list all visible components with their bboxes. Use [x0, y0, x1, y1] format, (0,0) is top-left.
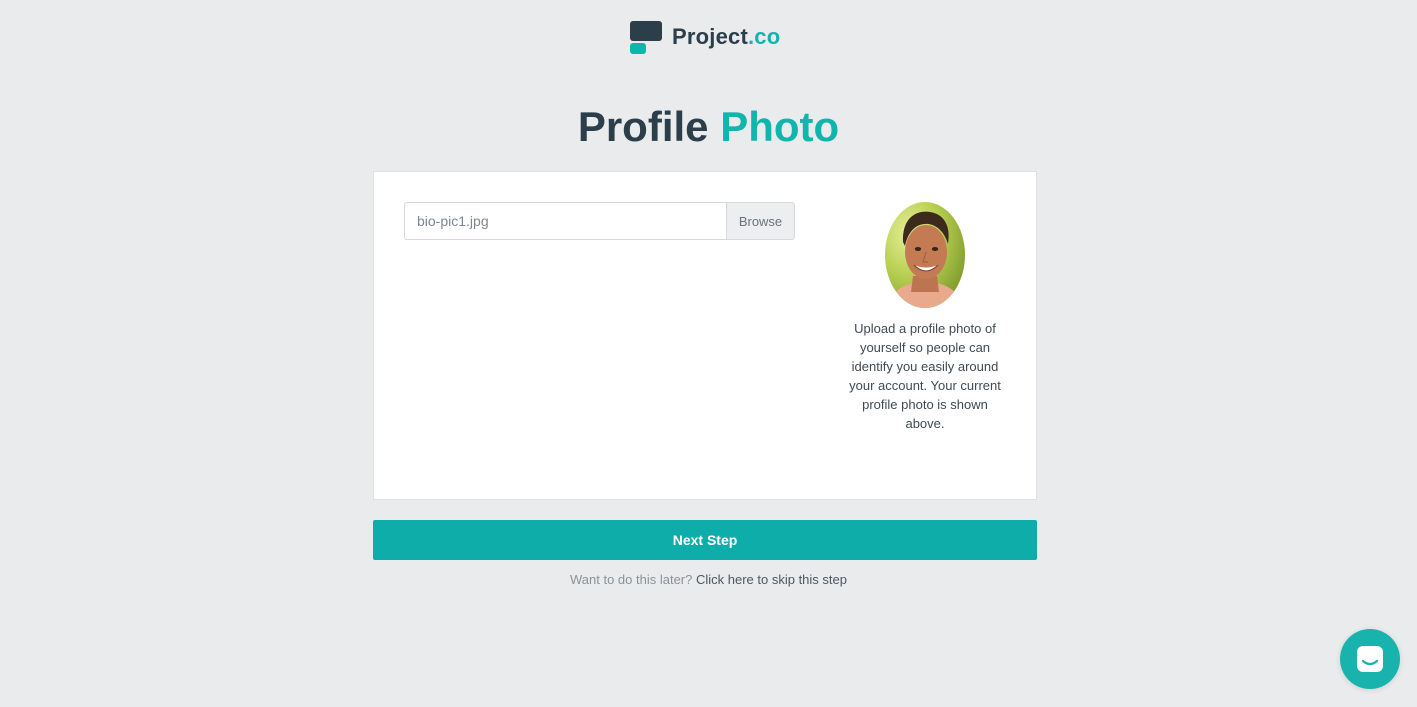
- next-step-button[interactable]: Next Step: [373, 520, 1037, 560]
- profile-photo-avatar: [885, 202, 965, 308]
- page-title-accent: Photo: [720, 103, 840, 150]
- page-title-main: Profile: [577, 103, 709, 150]
- skip-step-line: Want to do this later? Click here to ski…: [0, 572, 1417, 587]
- chat-icon: [1357, 646, 1383, 672]
- chat-launcher-button[interactable]: [1340, 629, 1400, 689]
- file-upload-group: Browse: [404, 202, 795, 240]
- profile-photo-help-text: Upload a profile photo of yourself so pe…: [849, 321, 1001, 431]
- upload-card: Browse Upload a profile photo of yoursel…: [373, 171, 1037, 500]
- brand-name: Project.co: [672, 24, 780, 50]
- page-title: Profile Photo: [0, 104, 1417, 150]
- brand-name-main: Project: [672, 24, 748, 49]
- browse-button[interactable]: Browse: [726, 202, 795, 240]
- brand-logo[interactable]: Project.co: [630, 20, 780, 54]
- skip-prompt: Want to do this later?: [570, 572, 693, 587]
- logo-mark-icon: [630, 20, 662, 54]
- brand-name-accent: .co: [747, 24, 781, 49]
- skip-step-link[interactable]: Click here to skip this step: [696, 572, 847, 587]
- file-name-input[interactable]: [404, 202, 726, 240]
